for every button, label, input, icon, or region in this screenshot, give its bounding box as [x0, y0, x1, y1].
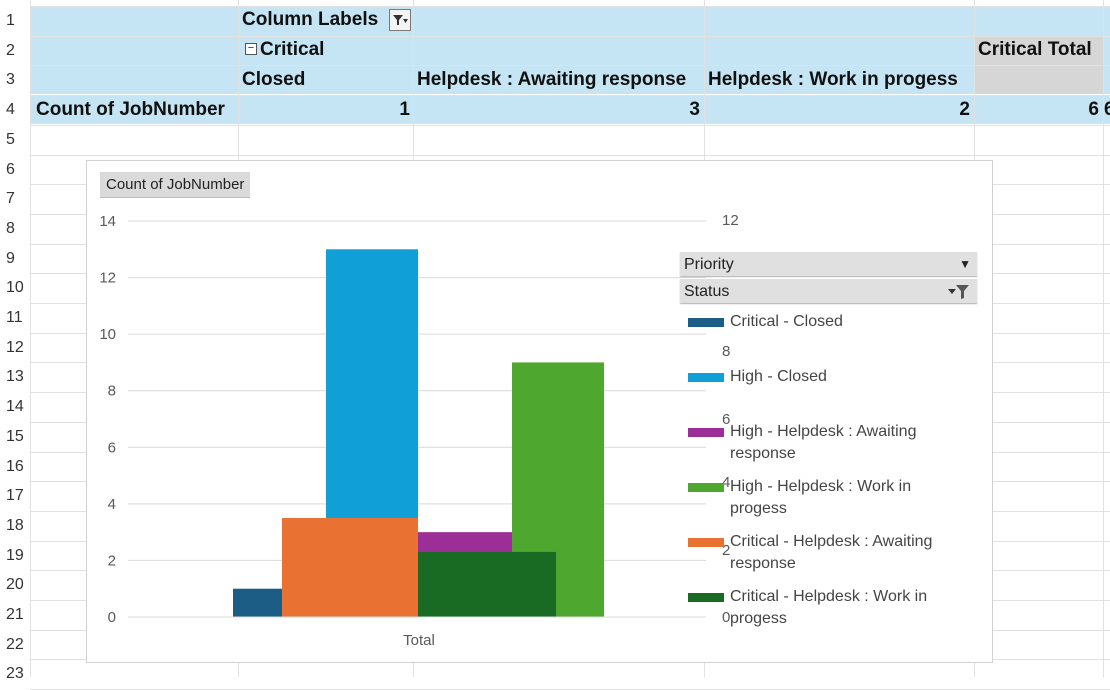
row-header[interactable]: 14 — [0, 392, 30, 422]
row-header[interactable]: 21 — [0, 600, 30, 630]
y-tick-label: 12 — [99, 270, 116, 287]
column-header-critical-total: Critical Total — [978, 39, 1092, 60]
row-gridline — [30, 125, 1110, 126]
row-gridline — [30, 6, 1110, 7]
row-header[interactable]: 13 — [0, 362, 30, 392]
y-tick-label: 4 — [108, 496, 116, 513]
row-header[interactable]: 20 — [0, 570, 30, 600]
legend-swatch — [688, 483, 724, 492]
row-gridline — [30, 155, 1110, 156]
value-awaiting: 3 — [689, 99, 700, 120]
value-in-progress: 2 — [959, 99, 970, 120]
y-tick-label: 8 — [108, 383, 116, 400]
row-label: Count of JobNumber — [36, 99, 225, 120]
column-header-awaiting: Helpdesk : Awaiting response — [417, 69, 687, 90]
y-tick-label: 14 — [99, 213, 116, 230]
row-header[interactable]: 2 — [0, 36, 30, 66]
y-tick-label: 10 — [99, 326, 116, 343]
legend-label: High - Closed — [730, 368, 827, 385]
legend-swatch — [688, 538, 724, 547]
row-header[interactable]: 23 — [0, 659, 30, 689]
filter-dropdown-icon[interactable] — [947, 279, 971, 304]
row-header[interactable]: 5 — [0, 125, 30, 155]
row-header[interactable]: 22 — [0, 630, 30, 660]
y-tick-label: 0 — [108, 609, 116, 626]
y-tick-label: 6 — [108, 439, 116, 456]
legend-label: High - Helpdesk : Work in progess — [730, 478, 912, 517]
bar — [282, 518, 418, 617]
row-header[interactable]: 18 — [0, 511, 30, 541]
row-gridline — [30, 65, 1110, 66]
group-label-critical: Critical — [260, 39, 325, 60]
legend-label: Critical - Closed — [730, 313, 843, 330]
row-header[interactable]: 4 — [0, 95, 30, 125]
row-header[interactable]: 1 — [0, 6, 30, 36]
legend-field-status-label: Status — [684, 283, 730, 300]
legend-swatch — [688, 428, 724, 437]
legend-field-priority-label: Priority — [684, 256, 734, 273]
legend-label: Critical - Helpdesk : Awaiting response — [730, 533, 933, 572]
x-category-label: Total — [403, 632, 435, 649]
column-gridline — [30, 0, 31, 677]
row-gridline — [30, 36, 1110, 37]
bar — [418, 551, 556, 617]
row-header[interactable]: 9 — [0, 244, 30, 274]
y-tick-label: 2 — [108, 552, 116, 569]
value-critical-total: 6 — [1088, 99, 1099, 120]
value-next-column: 6 — [1104, 99, 1110, 120]
column-header-in-progress: Helpdesk : Work in progess — [708, 69, 958, 90]
secondary-tick-label: 12 — [722, 212, 739, 229]
row-header[interactable]: 19 — [0, 541, 30, 571]
row-header[interactable]: 11 — [0, 303, 30, 333]
collapse-icon[interactable]: − — [245, 43, 257, 55]
filter-dropdown-icon — [393, 15, 408, 25]
row-header[interactable]: 8 — [0, 214, 30, 244]
legend-swatch — [688, 593, 724, 602]
column-labels-header[interactable]: Column Labels — [242, 9, 378, 31]
column-header-closed: Closed — [242, 69, 306, 90]
bar — [233, 588, 282, 617]
row-header[interactable]: 7 — [0, 184, 30, 214]
row-header[interactable]: 3 — [0, 65, 30, 95]
row-header[interactable]: 6 — [0, 155, 30, 185]
legend-field-status[interactable]: Status — [680, 279, 977, 303]
legend-field-priority[interactable]: Priority ▼ — [680, 252, 977, 276]
legend-swatch — [688, 318, 724, 327]
value-closed: 1 — [399, 99, 410, 120]
legend-label: Critical - Helpdesk : Work in progess — [730, 588, 928, 627]
column-filter-button[interactable] — [389, 9, 411, 31]
row-header[interactable]: 16 — [0, 452, 30, 482]
row-header[interactable]: 17 — [0, 481, 30, 511]
row-header[interactable]: 10 — [0, 273, 30, 303]
row-header[interactable]: 12 — [0, 333, 30, 363]
dropdown-arrow-icon[interactable]: ▼ — [959, 252, 971, 277]
row-header[interactable]: 15 — [0, 422, 30, 452]
row-gridline — [30, 95, 1110, 96]
secondary-tick-label: 8 — [722, 343, 730, 360]
legend-swatch — [688, 373, 724, 382]
legend-label: High - Helpdesk : Awaiting response — [730, 423, 917, 462]
